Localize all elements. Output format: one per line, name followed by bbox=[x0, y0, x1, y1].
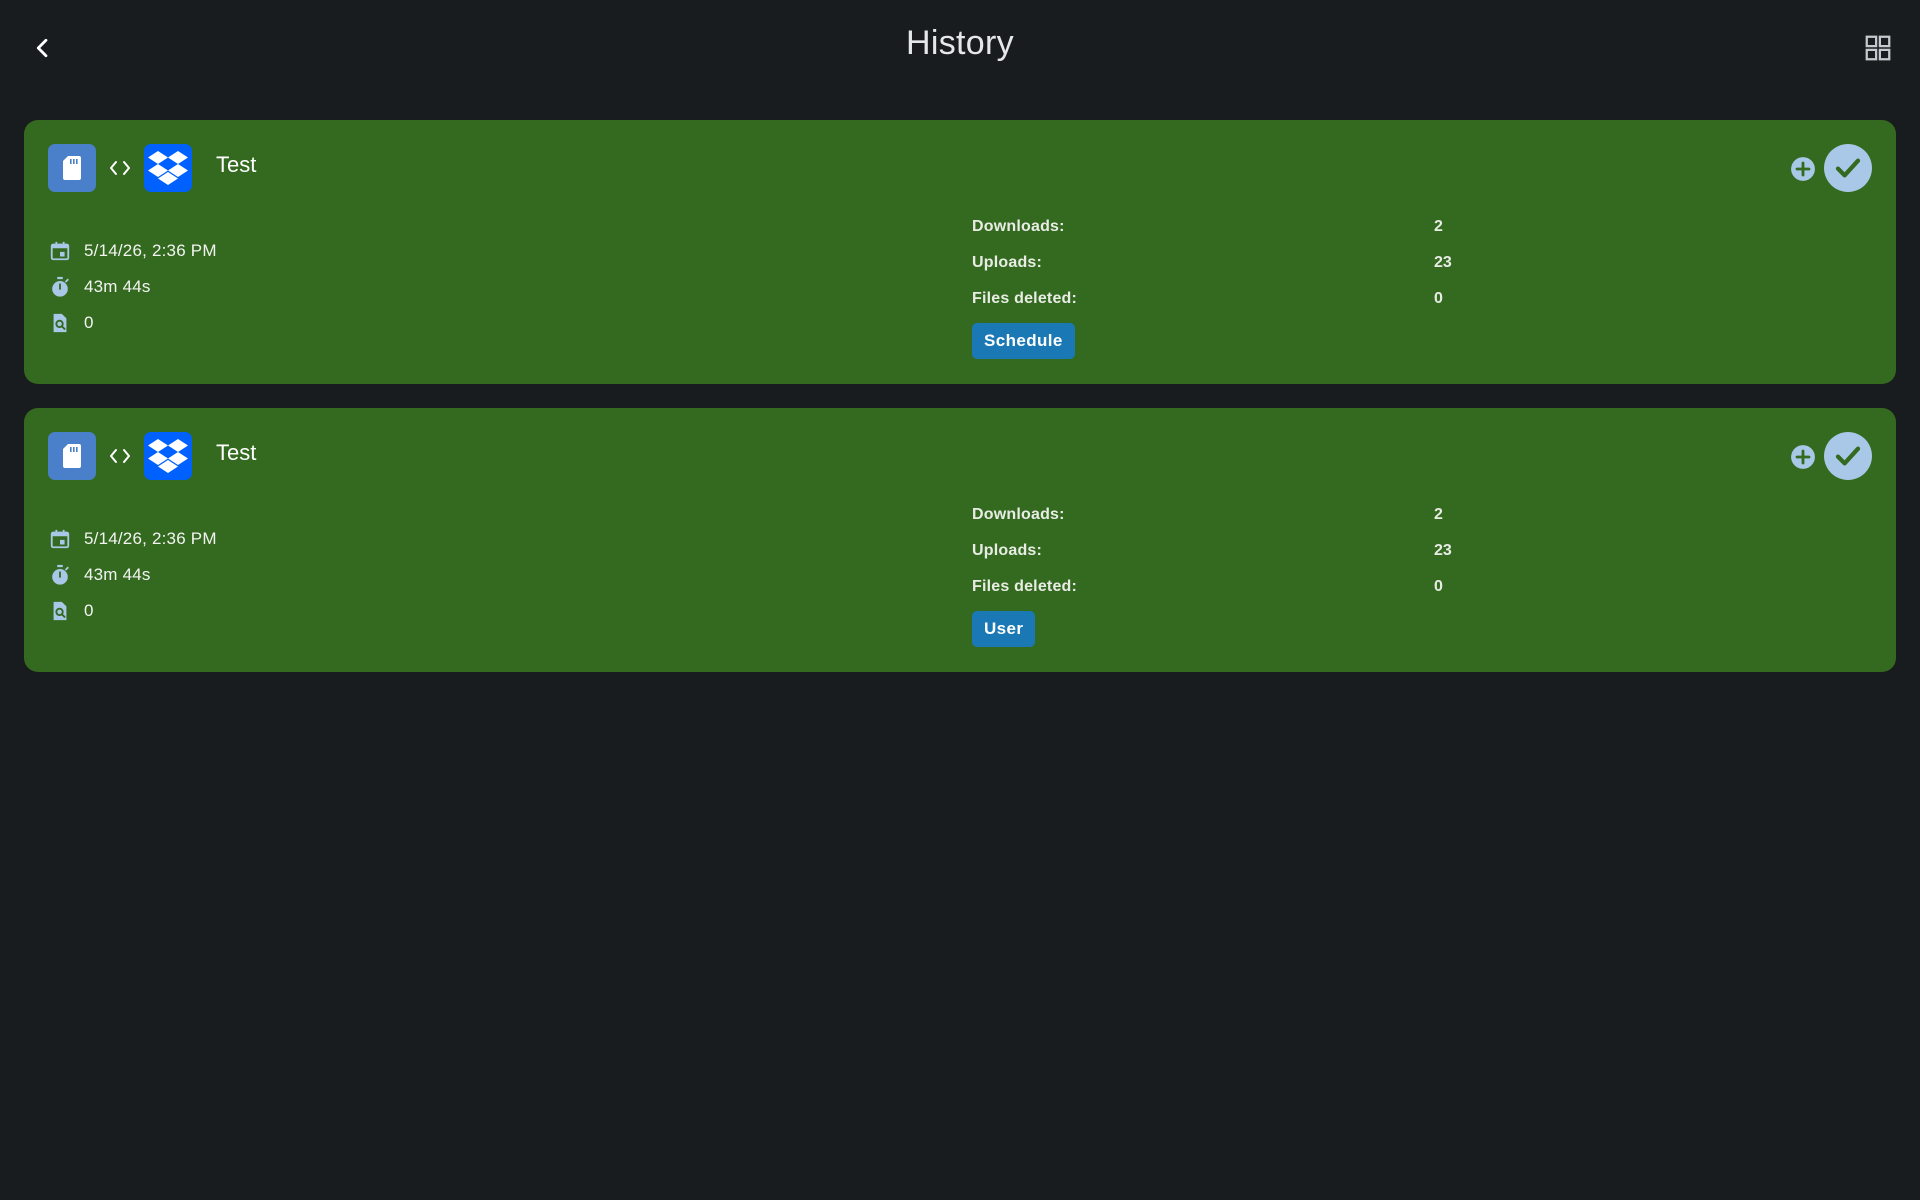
status-success-button[interactable] bbox=[1824, 432, 1872, 480]
target-chip bbox=[144, 144, 192, 192]
status-success-button[interactable] bbox=[1824, 144, 1872, 192]
add-button[interactable] bbox=[1790, 444, 1816, 470]
trigger-badge: User bbox=[972, 611, 1036, 647]
checked-row: 0 bbox=[48, 598, 94, 624]
downloads-label: Downloads: bbox=[972, 506, 1065, 523]
date-row: 5/14/26, 2:36 PM bbox=[48, 526, 217, 552]
files-deleted-value: 0 bbox=[1434, 578, 1443, 595]
history-card[interactable]: Test 5/14/26, 2:36 PM 43m 44s 0 Download… bbox=[24, 408, 1896, 672]
trigger-badge: Schedule bbox=[972, 323, 1075, 359]
top-app-bar: History bbox=[0, 0, 1920, 96]
downloads-value: 2 bbox=[1434, 218, 1443, 235]
file-search-icon bbox=[48, 599, 72, 623]
code-arrows-icon bbox=[110, 449, 130, 463]
downloads-label: Downloads: bbox=[972, 218, 1065, 235]
dropbox-icon bbox=[148, 151, 188, 185]
checked-count: 0 bbox=[84, 313, 94, 332]
duration-row: 43m 44s bbox=[48, 562, 151, 588]
checked-count: 0 bbox=[84, 601, 94, 620]
file-search-icon bbox=[48, 311, 72, 335]
date-text: 5/14/26, 2:36 PM bbox=[84, 241, 217, 260]
calendar-icon bbox=[48, 239, 72, 263]
calendar-icon bbox=[48, 527, 72, 551]
source-chip bbox=[48, 432, 96, 480]
target-chip bbox=[144, 432, 192, 480]
sd-card-icon bbox=[63, 444, 81, 468]
downloads-value: 2 bbox=[1434, 506, 1443, 523]
task-name: Test bbox=[216, 152, 257, 177]
files-deleted-label: Files deleted: bbox=[972, 290, 1078, 307]
date-row: 5/14/26, 2:36 PM bbox=[48, 238, 217, 264]
uploads-label: Uploads: bbox=[972, 254, 1043, 271]
sync-direction bbox=[104, 156, 136, 180]
files-deleted-value: 0 bbox=[1434, 290, 1443, 307]
duration-text: 43m 44s bbox=[84, 565, 151, 584]
date-text: 5/14/26, 2:36 PM bbox=[84, 529, 217, 548]
timer-icon bbox=[48, 275, 72, 299]
grid-view-icon bbox=[1865, 35, 1891, 61]
uploads-value: 23 bbox=[1434, 542, 1452, 559]
check-icon bbox=[1835, 446, 1861, 466]
uploads-value: 23 bbox=[1434, 254, 1452, 271]
grid-view-button[interactable] bbox=[1858, 28, 1898, 68]
timer-icon bbox=[48, 563, 72, 587]
sync-direction bbox=[104, 444, 136, 468]
add-circle-icon bbox=[1791, 157, 1815, 181]
check-icon bbox=[1835, 158, 1861, 178]
sd-card-icon bbox=[63, 156, 81, 180]
task-name: Test bbox=[216, 440, 257, 465]
source-chip bbox=[48, 144, 96, 192]
checked-row: 0 bbox=[48, 310, 94, 336]
dropbox-icon bbox=[148, 439, 188, 473]
duration-row: 43m 44s bbox=[48, 274, 151, 300]
files-deleted-label: Files deleted: bbox=[972, 578, 1078, 595]
add-circle-icon bbox=[1791, 445, 1815, 469]
duration-text: 43m 44s bbox=[84, 277, 151, 296]
history-card[interactable]: Test 5/14/26, 2:36 PM 43m 44s 0 Download… bbox=[24, 120, 1896, 384]
add-button[interactable] bbox=[1790, 156, 1816, 182]
code-arrows-icon bbox=[110, 161, 130, 175]
page-title: History bbox=[906, 24, 1014, 62]
uploads-label: Uploads: bbox=[972, 542, 1043, 559]
